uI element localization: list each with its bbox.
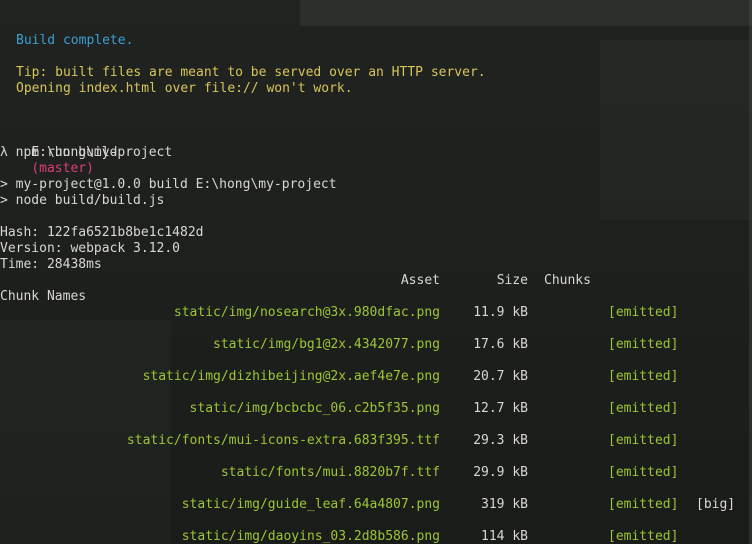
git-branch: (master)	[31, 161, 94, 176]
asset-name: static/fonts/mui-icons-extra.683f395.ttf	[126, 433, 440, 448]
header-chunk-names: Chunk Names	[0, 289, 87, 304]
terminal-window[interactable]: Build complete. Tip: built files are mea…	[0, 0, 752, 544]
background-window-ghost	[300, 0, 752, 26]
asset-status: [emitted]	[608, 497, 679, 512]
asset-status: [emitted]	[608, 401, 679, 416]
asset-name: static/img/dizhibeijing@2x.aef4e7e.png	[142, 369, 440, 384]
header-size: Size	[496, 273, 528, 288]
asset-size: 12.7 kB	[473, 401, 528, 416]
asset-size: 114 kB	[481, 529, 528, 544]
asset-name: static/img/nosearch@3x.980dfac.png	[173, 305, 440, 320]
background-tile-ghost	[600, 40, 750, 220]
asset-size: 319 kB	[481, 497, 528, 512]
header-chunks: Chunks	[544, 273, 591, 288]
asset-name: static/img/bcbcbc_06.c2b5f35.png	[189, 401, 440, 416]
tip-line-2: Opening index.html over file:// won't wo…	[16, 81, 353, 96]
asset-size: 29.9 kB	[473, 465, 528, 480]
header-asset: Asset	[400, 273, 440, 288]
build-complete-text: Build complete.	[16, 33, 134, 48]
asset-status: [emitted]	[608, 529, 679, 544]
asset-status: [emitted]	[608, 337, 679, 352]
asset-status: [emitted]	[608, 305, 679, 320]
time-line: Time: 28438ms	[0, 257, 102, 272]
script-line-1: > my-project@1.0.0 build E:\hong\my-proj…	[0, 177, 337, 192]
version-line: Version: webpack 3.12.0	[0, 241, 181, 256]
asset-big-flag: [big]	[696, 497, 736, 512]
command-line: λ npm run build	[0, 145, 118, 160]
asset-name: static/img/guide_leaf.64a4807.png	[181, 497, 440, 512]
tip-line-1: Tip: built files are meant to be served …	[16, 65, 486, 80]
script-line-2: > node build/build.js	[0, 193, 165, 208]
asset-size: 17.6 kB	[473, 337, 528, 352]
asset-size: 11.9 kB	[473, 305, 528, 320]
asset-size: 20.7 kB	[473, 369, 528, 384]
asset-name: static/img/daoyins_03.2d8b586.png	[181, 529, 440, 544]
asset-status: [emitted]	[608, 465, 679, 480]
asset-name: static/fonts/mui.8820b7f.ttf	[220, 465, 440, 480]
asset-name: static/img/bg1@2x.4342077.png	[213, 337, 440, 352]
asset-status: [emitted]	[608, 433, 679, 448]
hash-line: Hash: 122fa6521b8be1c1482d	[0, 225, 204, 240]
asset-status: [emitted]	[608, 369, 679, 384]
asset-size: 29.3 kB	[473, 433, 528, 448]
